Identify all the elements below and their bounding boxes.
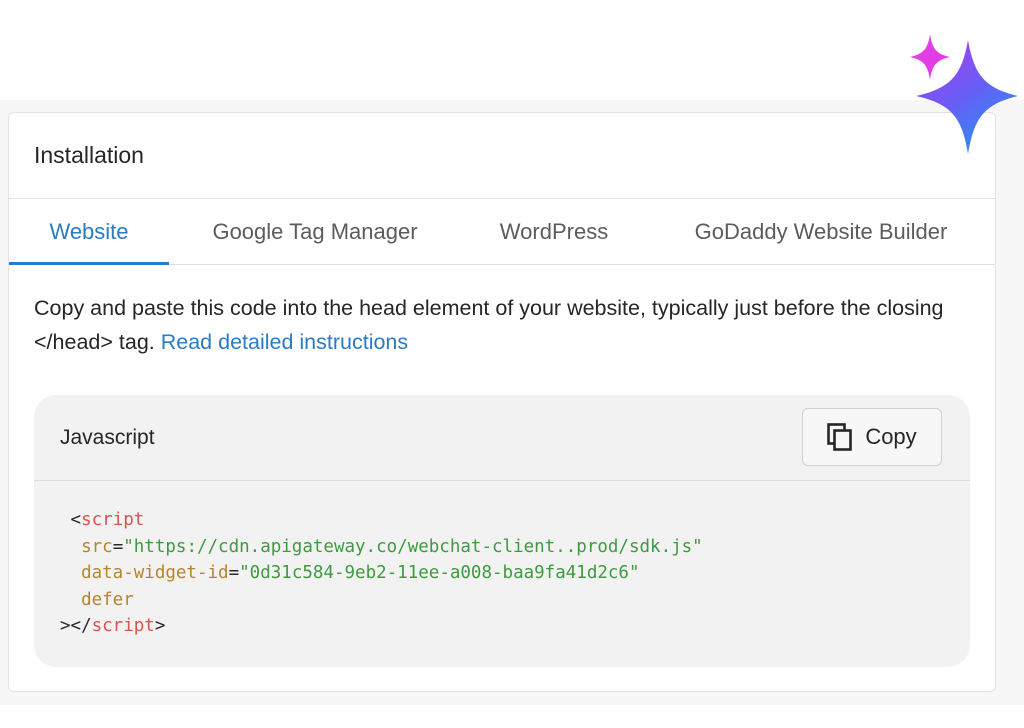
code-attr-value: "0d31c584-9eb2-11ee-a008-baa9fa41d2c6" xyxy=(239,563,640,583)
code-line-3: data-widget-id="0d31c584-9eb2-11ee-a008-… xyxy=(60,563,640,583)
tab-label: Website xyxy=(49,218,129,244)
code-punctuation: > xyxy=(154,616,166,636)
code-header: Javascript Copy xyxy=(34,395,970,481)
code-block[interactable]: <script src="https://cdn.apigateway.co/w… xyxy=(60,507,703,640)
tab-wordpress[interactable]: WordPress xyxy=(479,199,629,264)
copy-button-label: Copy xyxy=(865,424,917,449)
code-line-1: <script xyxy=(60,510,145,530)
code-line-2: src="https://cdn.apigateway.co/webchat-c… xyxy=(60,537,703,557)
copy-button[interactable]: Copy xyxy=(802,408,942,466)
code-line-4: defer xyxy=(60,590,134,610)
code-tag-name: script xyxy=(91,616,155,636)
install-description: Copy and paste this code into the head e… xyxy=(34,291,964,359)
tab-website[interactable]: Website xyxy=(9,199,169,265)
code-attr-name: defer xyxy=(81,589,134,610)
tab-label: GoDaddy Website Builder xyxy=(694,218,948,244)
code-language-label: Javascript xyxy=(60,426,155,449)
code-snippet-panel: Javascript Copy <script src="https://cdn… xyxy=(34,395,970,667)
code-attr-name: data-widget-id xyxy=(81,563,229,583)
code-attr-value: "https://cdn.apigateway.co/webchat-clien… xyxy=(123,536,703,557)
read-instructions-link[interactable]: Read detailed instructions xyxy=(161,330,408,354)
card-title: Installation xyxy=(34,142,144,168)
installation-card: Installation Website Google Tag Manager … xyxy=(8,112,996,692)
tab-label: Google Tag Manager xyxy=(212,218,418,244)
code-line-5: ></script> xyxy=(60,616,165,636)
code-attr-name: src xyxy=(81,536,113,557)
tab-label: WordPress xyxy=(499,218,609,244)
tab-godaddy-website-builder[interactable]: GoDaddy Website Builder xyxy=(671,199,971,264)
active-tab-indicator xyxy=(9,262,169,265)
code-equals: = xyxy=(112,536,124,557)
tab-google-tag-manager[interactable]: Google Tag Manager xyxy=(187,199,443,264)
sparkle-icon xyxy=(910,34,1018,154)
card-header: Installation xyxy=(9,113,995,199)
code-equals: = xyxy=(228,563,240,583)
code-punctuation: < xyxy=(70,510,82,530)
code-tag-name: script xyxy=(81,510,145,530)
copy-icon xyxy=(827,423,853,451)
code-punctuation: ></ xyxy=(60,616,92,636)
tab-bar: Website Google Tag Manager WordPress GoD… xyxy=(9,199,995,265)
